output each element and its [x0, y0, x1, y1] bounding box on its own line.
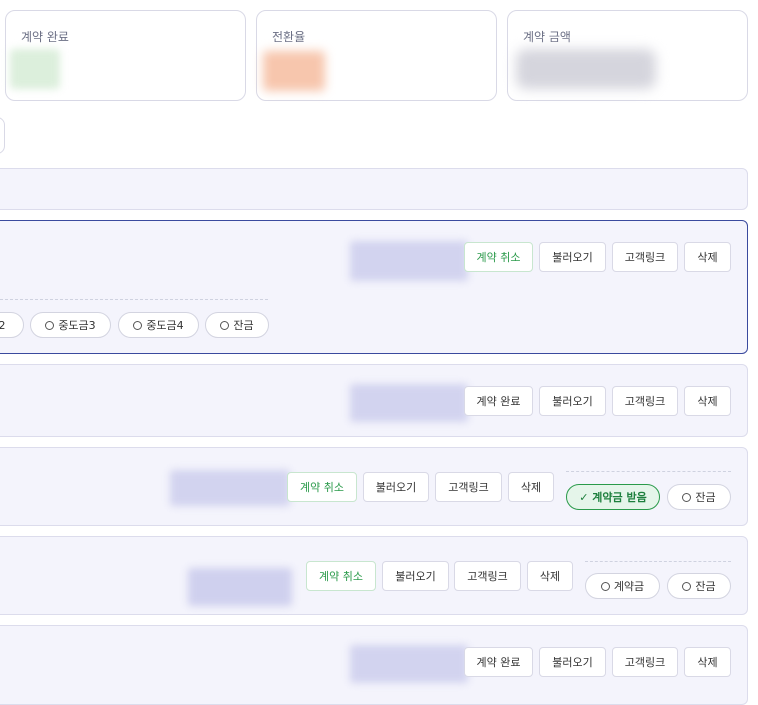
row-1-delete-button[interactable]: 삭제 — [684, 242, 731, 272]
row-4-customer-link-button[interactable]: 고객링크 — [454, 561, 521, 591]
row-3-customer-link-button[interactable]: 고객링크 — [435, 472, 502, 502]
row-1-cancel-contract-button[interactable]: 계약 취소 — [464, 242, 533, 272]
row-3-chip-balance[interactable]: 잔금 — [667, 484, 731, 510]
radio-icon — [220, 320, 230, 330]
stat-card-contract-amount: 계약 금액 — [507, 10, 748, 101]
row-1-divider — [0, 299, 268, 300]
row-4-divider — [585, 561, 731, 562]
row-4-cancel-contract-button[interactable]: 계약 취소 — [306, 561, 376, 591]
row-4-load-button[interactable]: 불러오기 — [382, 561, 449, 591]
filter-control-partial[interactable] — [0, 117, 5, 154]
row-1-amount-redacted — [350, 241, 468, 281]
row-1-load-button[interactable]: 불러오기 — [539, 242, 606, 272]
stat-label-conversion: 전환율 — [272, 30, 306, 44]
row-3-chip-balance-label: 잔금 — [695, 491, 716, 504]
stat-card-contract-done: 계약 완료 — [5, 10, 246, 101]
stat-label-contract-amount: 계약 금액 — [523, 30, 571, 44]
row-4-chip-deposit[interactable]: 계약금 — [585, 573, 660, 599]
row-2-amount-redacted — [350, 384, 468, 422]
row-5-delete-button[interactable]: 삭제 — [684, 647, 731, 677]
stat-card-conversion: 전환율 — [256, 10, 497, 101]
row-2-delete-button[interactable]: 삭제 — [684, 386, 731, 416]
row-4-delete-button[interactable]: 삭제 — [527, 561, 573, 591]
row-1-chip-mid4-label: 중도금4 — [146, 319, 184, 332]
row-3-chip-deposit-received[interactable]: ✓ 계약금 받음 — [566, 484, 660, 510]
row-1-chip-mid2-label: 2 — [0, 318, 6, 332]
row-3-divider — [566, 471, 731, 472]
row-5-customer-link-button[interactable]: 고객링크 — [612, 647, 678, 677]
row-4-chip-deposit-label: 계약금 — [613, 580, 645, 593]
row-3-amount-redacted — [170, 470, 290, 506]
row-5-load-button[interactable]: 불러오기 — [539, 647, 606, 677]
row-2-load-button[interactable]: 불러오기 — [539, 386, 606, 416]
row-1-customer-link-button[interactable]: 고객링크 — [612, 242, 678, 272]
radio-icon — [600, 581, 610, 591]
row-1-chip-mid3[interactable]: 중도금3 — [30, 312, 111, 338]
row-1-chip-mid4[interactable]: 중도금4 — [118, 312, 199, 338]
row-3-delete-button[interactable]: 삭제 — [508, 472, 554, 502]
radio-icon — [682, 581, 692, 591]
stat-value-conversion-redacted — [263, 51, 325, 91]
row-4-chip-balance-label: 잔금 — [695, 580, 716, 593]
row-4-amount-redacted — [188, 568, 292, 606]
row-4-chip-balance[interactable]: 잔금 — [667, 573, 731, 599]
stat-label-contract-done: 계약 완료 — [21, 30, 69, 44]
row-5-amount-redacted — [350, 645, 468, 683]
stat-value-contract-amount-redacted — [516, 49, 656, 89]
radio-icon — [45, 320, 55, 330]
row-1-chip-mid3-label: 중도금3 — [58, 319, 96, 332]
row-1-chip-balance[interactable]: 잔금 — [205, 312, 269, 338]
stat-value-contract-done-redacted — [10, 49, 60, 89]
filter-bar — [0, 168, 748, 210]
radio-icon — [682, 492, 692, 502]
row-2-complete-contract-button[interactable]: 계약 완료 — [464, 386, 533, 416]
row-5-complete-contract-button[interactable]: 계약 완료 — [464, 647, 533, 677]
row-3-load-button[interactable]: 불러오기 — [363, 472, 429, 502]
row-1-chip-balance-label: 잔금 — [233, 319, 254, 332]
row-2-customer-link-button[interactable]: 고객링크 — [612, 386, 678, 416]
row-3-cancel-contract-button[interactable]: 계약 취소 — [287, 472, 357, 502]
radio-icon — [133, 320, 143, 330]
